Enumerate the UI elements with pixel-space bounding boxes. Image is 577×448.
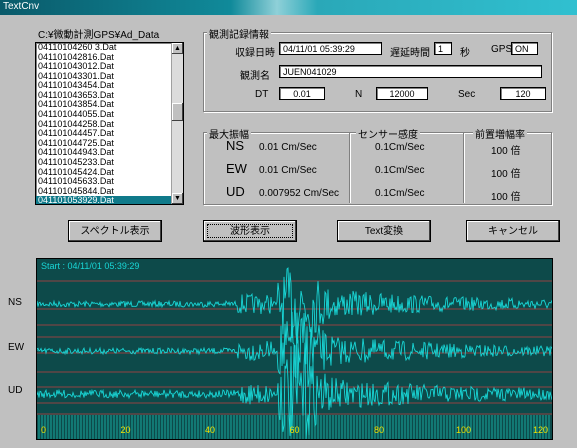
max-amplitude-value: 0.01 Cm/Sec: [259, 165, 317, 176]
text-convert-button[interactable]: Text変換: [337, 220, 431, 242]
delay-field[interactable]: 1: [434, 42, 452, 55]
preamp-gain-value: 100 倍: [491, 192, 521, 203]
sensor-sensitivity-header: センサー感度: [356, 126, 420, 141]
amplitude-divider-2: [463, 133, 464, 203]
record-info-title: 観測記録情報: [207, 26, 271, 41]
dt-field[interactable]: 0.01: [279, 87, 325, 100]
observation-name-label: 観測名: [240, 71, 270, 82]
channel-name: UD: [226, 184, 245, 199]
channel-label-ew: EW: [8, 342, 25, 353]
waveform-canvas: Start : 04/11/01 05:39:29 0 20 40 60 80 100 120: [37, 261, 552, 439]
axis-tick-label: 40: [205, 425, 215, 435]
axis-tick-label: 80: [374, 425, 384, 435]
gps-field[interactable]: ON: [511, 42, 538, 55]
title-bar: TextCnv: [0, 0, 577, 15]
waveform-trace-ns: [37, 267, 552, 344]
spectrum-display-button[interactable]: スペクトル表示: [68, 220, 162, 242]
observation-name-field[interactable]: JUEN041029: [279, 65, 542, 78]
file-list-item[interactable]: 041101053929.Dat: [36, 196, 183, 204]
n-field[interactable]: 12000: [376, 87, 428, 100]
gps-label: GPS: [491, 44, 513, 55]
axis-tick-label: 60: [289, 425, 299, 435]
axis-tick-label: 100: [456, 425, 471, 435]
scrollbar-thumb[interactable]: [172, 103, 183, 121]
channel-label-ud: UD: [8, 385, 23, 396]
axis-tick-label: 120: [533, 425, 548, 435]
file-list-scrollbar[interactable]: ▲ ▼: [171, 43, 183, 204]
amplitude-divider-1: [349, 133, 350, 203]
preamp-gain-value: 100 倍: [491, 146, 521, 157]
scroll-down-icon[interactable]: ▼: [172, 193, 183, 204]
window-title: TextCnv: [3, 1, 40, 12]
preamp-gain-header: 前置増幅率: [473, 126, 527, 141]
waveform-display-button[interactable]: 波形表示: [203, 220, 297, 242]
dt-label: DT: [255, 89, 269, 100]
delay-label: 遅延時間: [390, 48, 430, 59]
scroll-up-icon[interactable]: ▲: [172, 43, 183, 54]
sensor-sensitivity-value: 0.1Cm/Sec: [375, 188, 425, 199]
axis-tick-label: 0: [41, 425, 46, 435]
record-date-label: 収録日時: [235, 48, 275, 59]
sensor-sensitivity-value: 0.1Cm/Sec: [375, 165, 425, 176]
sec-label: Sec: [458, 89, 476, 100]
record-date-field[interactable]: 04/11/01 05:39:29: [279, 42, 382, 55]
channel-label-ns: NS: [8, 297, 22, 308]
cancel-button[interactable]: キャンセル: [466, 220, 560, 242]
sensor-sensitivity-value: 0.1Cm/Sec: [375, 142, 425, 153]
sec-field[interactable]: 120: [500, 87, 546, 100]
file-list[interactable]: 04110104260 3.Dat 041101042816.Dat 0411010…: [35, 42, 184, 205]
channel-name: NS: [226, 138, 245, 153]
n-label: N: [355, 89, 363, 100]
axis-tick-label: 20: [120, 425, 130, 435]
max-amplitude-value: 0.01 Cm/Sec: [259, 142, 317, 153]
waveform-plot[interactable]: Start : 04/11/01 05:39:29 0 20 40 60 80 100 120: [36, 258, 553, 440]
delay-unit: 秒: [460, 48, 470, 59]
data-path: C:¥微動計測GPS¥Ad_Data: [38, 30, 160, 41]
channel-name: EW: [226, 161, 247, 176]
max-amplitude-value: 0.007952 Cm/Sec: [259, 188, 340, 199]
preamp-gain-value: 100 倍: [491, 169, 521, 180]
waveform-start-label: Start : 04/11/01 05:39:29: [41, 261, 139, 271]
